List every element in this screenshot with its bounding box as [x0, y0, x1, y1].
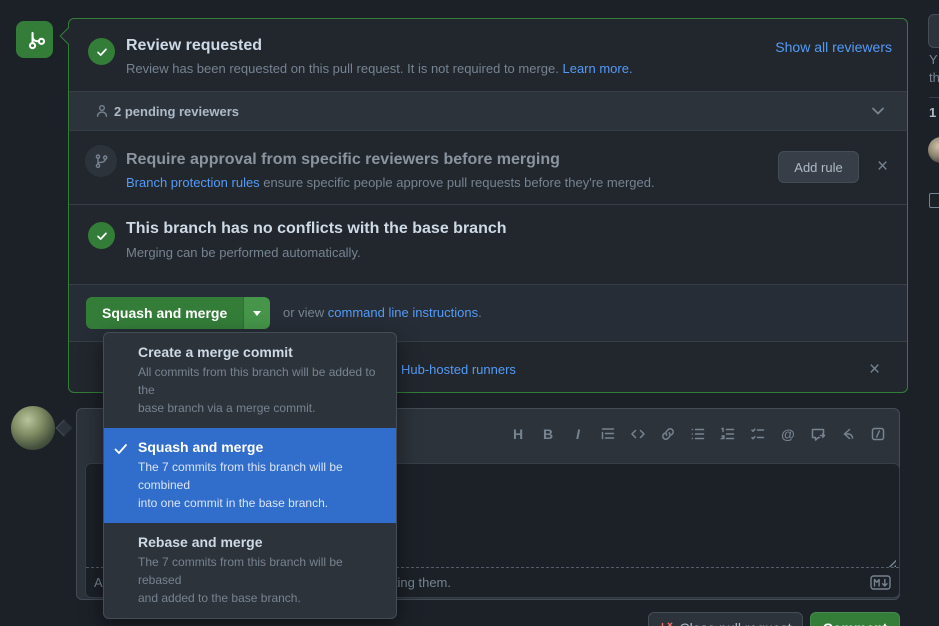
command-line-instructions-link[interactable]: command line instructions	[328, 305, 478, 320]
learn-more-link[interactable]: Learn more.	[562, 61, 632, 76]
review-requested-desc-text: Review has been requested on this pull r…	[126, 61, 562, 76]
check-icon	[95, 229, 109, 243]
review-requested-desc: Review has been requested on this pull r…	[126, 61, 633, 76]
quote-icon[interactable]	[597, 423, 619, 445]
desc-line: The 7 commits from this branch will be r…	[138, 553, 382, 589]
comment-button-label: Comment	[823, 620, 888, 626]
desc-line: base branch via a merge commit.	[138, 399, 382, 417]
show-all-reviewers-link[interactable]: Show all reviewers	[775, 39, 892, 55]
period-text: .	[478, 305, 482, 320]
dropdown-item-desc: The 7 commits from this branch will be r…	[138, 553, 382, 607]
close-pull-request-button[interactable]: Close pull request	[648, 612, 803, 626]
dropdown-item-create-merge-commit[interactable]: Create a merge commit All commits from t…	[104, 333, 396, 428]
merge-split-button: Squash and merge	[86, 297, 270, 329]
chevron-down-icon[interactable]	[871, 106, 885, 116]
check-icon	[95, 45, 109, 59]
bold-icon[interactable]: B	[537, 423, 559, 445]
dropdown-item-title: Rebase and merge	[138, 534, 382, 550]
caret-down-icon	[253, 311, 261, 316]
mention-icon[interactable]: @	[777, 423, 799, 445]
add-rule-button[interactable]: Add rule	[778, 151, 859, 183]
tasklist-icon[interactable]	[747, 423, 769, 445]
dismiss-notice-icon[interactable]: ×	[869, 360, 880, 379]
pr-merge-page: { "colors": { "page_bg": "#1c2128", "box…	[0, 0, 939, 626]
or-view-text: or view	[283, 305, 328, 320]
squash-and-merge-button[interactable]: Squash and merge	[86, 297, 243, 329]
dropdown-item-desc: All commits from this branch will be add…	[138, 363, 382, 417]
pending-reviewers-label: 2 pending reviewers	[114, 104, 239, 119]
comment-button[interactable]: Comment	[810, 612, 900, 626]
pr-closed-icon	[659, 621, 673, 626]
close-pull-request-label: Close pull request	[679, 620, 791, 626]
dropdown-item-title: Squash and merge	[138, 439, 382, 455]
markdown-toolbar: H B I	[507, 409, 889, 459]
cross-reference-icon[interactable]	[807, 423, 829, 445]
dismiss-protection-icon[interactable]: ×	[877, 157, 888, 176]
dropdown-item-desc: The 7 commits from this branch will be c…	[138, 458, 382, 512]
cli-instructions-text: or view command line instructions.	[283, 305, 482, 320]
desc-line: All commits from this branch will be add…	[138, 363, 382, 399]
review-requested-title: Review requested	[126, 37, 262, 55]
italic-icon[interactable]: I	[567, 423, 589, 445]
sidebar-count-fragment: 1	[929, 105, 936, 120]
dropdown-item-rebase-and-merge[interactable]: Rebase and merge The 7 commits from this…	[104, 523, 396, 618]
sidebar-avatar[interactable]	[928, 137, 939, 163]
desc-line: The 7 commits from this branch will be c…	[138, 458, 382, 494]
sidebar-divider	[929, 97, 939, 98]
branch-protection-badge	[85, 145, 117, 177]
code-icon[interactable]	[627, 423, 649, 445]
branch-protection-rules-link[interactable]: Branch protection rules	[126, 175, 260, 190]
review-requested-section: Review requested Review has been request…	[69, 19, 907, 91]
branch-protection-section: Require approval from specific reviewers…	[69, 131, 907, 204]
slash-commands-icon[interactable]	[867, 423, 889, 445]
sidebar-file-icon	[929, 193, 939, 208]
dropdown-item-title: Create a merge commit	[138, 344, 382, 360]
pending-reviewers-row[interactable]: 2 pending reviewers	[69, 91, 907, 131]
link-icon[interactable]	[657, 423, 679, 445]
no-conflicts-section: This branch has no conflicts with the ba…	[69, 204, 907, 284]
no-conflicts-desc: Merging can be performed automatically.	[126, 245, 361, 260]
hosted-runners-link[interactable]: Hub-hosted runners	[401, 362, 516, 377]
git-merge-timeline-badge	[16, 21, 53, 58]
person-icon	[94, 103, 110, 119]
merge-options-caret-button[interactable]	[243, 297, 270, 329]
heading-icon[interactable]: H	[507, 423, 529, 445]
review-check-badge	[88, 38, 115, 65]
desc-line: and added to the base branch.	[138, 589, 382, 607]
unordered-list-icon[interactable]	[687, 423, 709, 445]
ordered-list-icon[interactable]	[717, 423, 739, 445]
markdown-icon	[870, 575, 891, 590]
merge-options-dropdown: Create a merge commit All commits from t…	[103, 332, 397, 619]
branch-protection-desc-text: ensure specific people approve pull requ…	[260, 175, 655, 190]
user-avatar	[11, 406, 55, 450]
sidebar-text-fragment: th	[929, 70, 939, 85]
git-merge-icon	[24, 29, 46, 51]
branch-protection-desc: Branch protection rules ensure specific …	[126, 175, 655, 190]
sidebar-text-fragment: Y	[929, 52, 938, 67]
dropdown-item-squash-and-merge[interactable]: Squash and merge The 7 commits from this…	[104, 428, 396, 523]
sidebar-gear-button[interactable]	[928, 14, 939, 48]
branch-protection-title: Require approval from specific reviewers…	[126, 151, 560, 169]
git-branch-icon	[93, 153, 109, 169]
desc-line: into one commit in the base branch.	[138, 494, 382, 512]
comment-form-notch	[56, 420, 73, 437]
conflicts-check-badge	[88, 222, 115, 249]
saved-replies-icon[interactable]	[837, 423, 859, 445]
no-conflicts-title: This branch has no conflicts with the ba…	[126, 220, 507, 238]
selected-check-icon	[113, 441, 129, 457]
